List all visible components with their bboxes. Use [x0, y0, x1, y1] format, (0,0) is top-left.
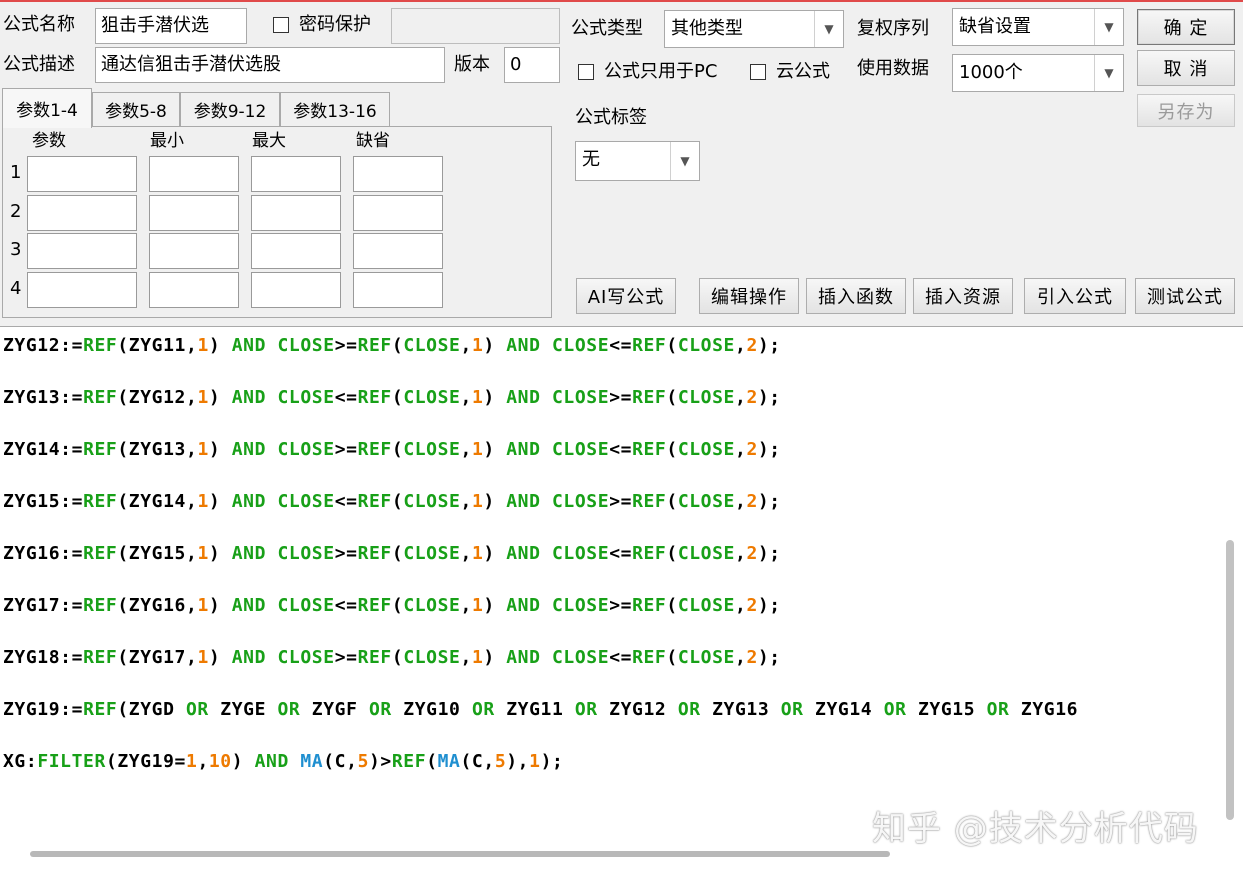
formula-tag-label: 公式标签: [575, 107, 647, 128]
param-max-input[interactable]: [251, 272, 341, 308]
formula-type-select[interactable]: 其他类型 ▼: [664, 10, 844, 48]
rights-label: 复权序列: [857, 18, 929, 39]
code-line: ZYG17:=REF(ZYG16,1) AND CLOSE<=REF(CLOSE…: [3, 595, 781, 616]
param-name-input[interactable]: [27, 156, 137, 192]
pc-only-label: 公式只用于PC: [604, 61, 718, 82]
tab-params-13-16[interactable]: 参数13-16: [280, 92, 390, 126]
formula-type-label: 公式类型: [571, 18, 643, 39]
version-label: 版本: [454, 54, 490, 75]
horizontal-scroll-thumb[interactable]: [30, 851, 890, 857]
vertical-scroll-thumb[interactable]: [1226, 540, 1234, 820]
chevron-down-icon[interactable]: ▼: [1094, 9, 1123, 45]
param-name-input[interactable]: [27, 233, 137, 269]
formula-name-label: 公式名称: [3, 14, 75, 35]
chevron-down-icon[interactable]: ▼: [670, 142, 699, 180]
param-max-input[interactable]: [251, 233, 341, 269]
tab-params-1-4[interactable]: 参数1-4: [2, 88, 92, 128]
code-line: ZYG19:=REF(ZYGD OR ZYGE OR ZYGF OR ZYG10…: [3, 699, 1079, 720]
param-max-input[interactable]: [251, 156, 341, 192]
param-default-input[interactable]: [353, 272, 443, 308]
param-min-input[interactable]: [149, 156, 239, 192]
param-min-input[interactable]: [149, 195, 239, 231]
code-line: ZYG12:=REF(ZYG11,1) AND CLOSE>=REF(CLOSE…: [3, 335, 781, 356]
test-formula-button[interactable]: 测试公式: [1135, 278, 1235, 314]
param-max-input[interactable]: [251, 195, 341, 231]
chevron-down-icon[interactable]: ▼: [1094, 55, 1123, 91]
param-name-input[interactable]: [27, 195, 137, 231]
data-count-label: 使用数据: [857, 58, 929, 79]
param-row-number: 4: [10, 278, 22, 299]
ai-write-formula-button[interactable]: AI写公式: [576, 278, 676, 314]
code-editor[interactable]: ZYG12:=REF(ZYG11,1) AND CLOSE>=REF(CLOSE…: [0, 326, 1243, 875]
tab-params-9-12[interactable]: 参数9-12: [180, 92, 280, 126]
vertical-scrollbar[interactable]: [1218, 335, 1238, 855]
formula-desc-input[interactable]: 通达信狙击手潜伏选股: [95, 47, 445, 83]
cloud-formula-checkbox[interactable]: [750, 64, 766, 80]
rights-select[interactable]: 缺省设置 ▼: [952, 8, 1124, 46]
data-count-select[interactable]: 1000个 ▼: [952, 54, 1124, 92]
rights-value: 缺省设置: [959, 16, 1031, 37]
param-header-max: 最大: [252, 131, 286, 151]
code-line: ZYG13:=REF(ZYG12,1) AND CLOSE<=REF(CLOSE…: [3, 387, 781, 408]
code-line: ZYG18:=REF(ZYG17,1) AND CLOSE>=REF(CLOSE…: [3, 647, 781, 668]
password-protect-label: 密码保护: [299, 14, 371, 35]
params-panel: 参数 最小 最大 缺省 1 2 3 4: [2, 126, 552, 318]
code-line: ZYG16:=REF(ZYG15,1) AND CLOSE>=REF(CLOSE…: [3, 543, 781, 564]
formula-tag-value: 无: [582, 149, 600, 170]
tab-params-5-8[interactable]: 参数5-8: [92, 92, 180, 126]
param-header-default: 缺省: [356, 131, 390, 151]
param-min-input[interactable]: [149, 272, 239, 308]
pc-only-checkbox[interactable]: [578, 64, 594, 80]
formula-name-input[interactable]: 狙击手潜伏选: [95, 8, 247, 44]
code-line: ZYG15:=REF(ZYG14,1) AND CLOSE<=REF(CLOSE…: [3, 491, 781, 512]
param-default-input[interactable]: [353, 156, 443, 192]
window-top-border: [0, 0, 1243, 2]
param-name-input[interactable]: [27, 272, 137, 308]
ok-button[interactable]: 确 定: [1137, 9, 1235, 45]
password-protect-checkbox[interactable]: [273, 17, 289, 33]
param-row-number: 1: [10, 162, 22, 183]
formula-tag-select[interactable]: 无 ▼: [575, 141, 700, 181]
code-line: XG:FILTER(ZYG19=1,10) AND MA(C,5)>REF(MA…: [3, 751, 564, 772]
import-formula-button[interactable]: 引入公式: [1024, 278, 1126, 314]
param-min-input[interactable]: [149, 233, 239, 269]
cloud-formula-label: 云公式: [776, 61, 830, 82]
param-default-input[interactable]: [353, 195, 443, 231]
chevron-down-icon[interactable]: ▼: [814, 11, 843, 47]
formula-desc-label: 公式描述: [3, 54, 75, 75]
param-default-input[interactable]: [353, 233, 443, 269]
watermark: 知乎 @技术分析代码: [872, 809, 1199, 849]
param-row-number: 3: [10, 239, 22, 260]
insert-resource-button[interactable]: 插入资源: [913, 278, 1013, 314]
param-header-name: 参数: [32, 131, 66, 151]
cancel-button[interactable]: 取 消: [1137, 50, 1235, 86]
edit-operations-button[interactable]: 编辑操作: [699, 278, 799, 314]
insert-function-button[interactable]: 插入函数: [806, 278, 906, 314]
param-row-number: 2: [10, 201, 22, 222]
code-line: ZYG14:=REF(ZYG13,1) AND CLOSE>=REF(CLOSE…: [3, 439, 781, 460]
param-header-min: 最小: [150, 131, 184, 151]
data-count-value: 1000个: [959, 62, 1023, 83]
version-input[interactable]: 0: [504, 47, 560, 83]
save-as-button[interactable]: 另存为: [1137, 94, 1235, 127]
formula-type-value: 其他类型: [671, 18, 743, 39]
password-input: [391, 8, 560, 44]
